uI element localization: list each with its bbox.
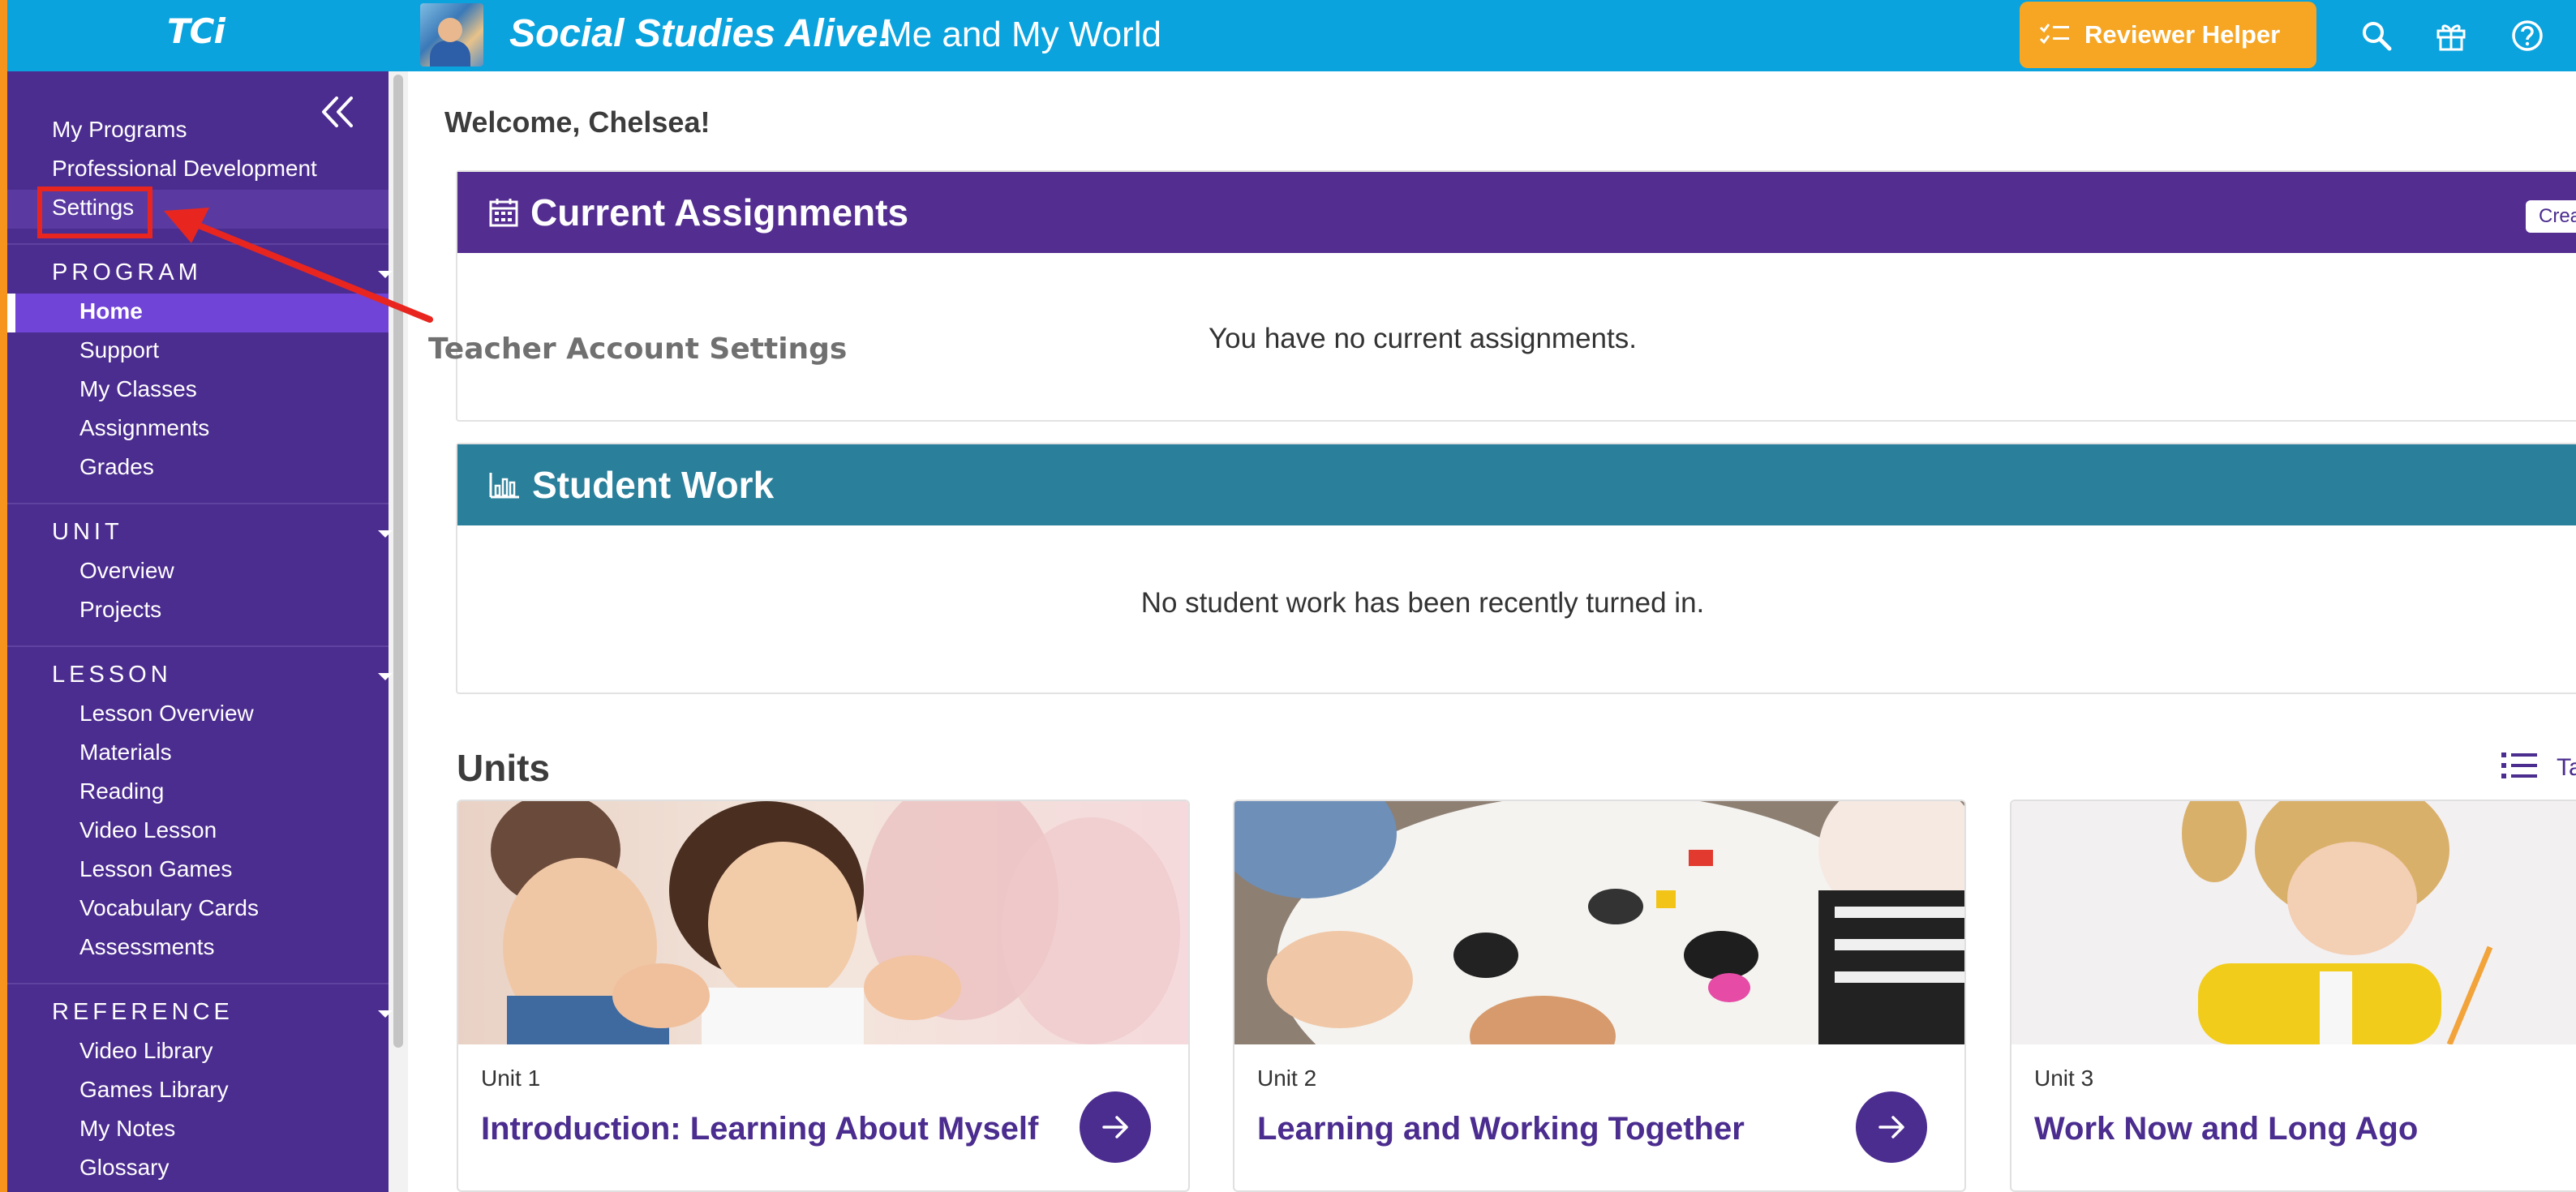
unit-1-image <box>458 801 1188 1044</box>
sidebar-item-projects[interactable]: Projects <box>79 597 161 623</box>
sidebar-item-my-notes[interactable]: My Notes <box>79 1116 175 1142</box>
unit-title[interactable]: Learning and Working Together <box>1257 1111 1745 1147</box>
reviewer-helper-label: Reviewer Helper <box>2084 20 2281 49</box>
student-work-panel: Student Work No student work has been re… <box>456 443 2576 694</box>
sidebar-item-my-classes[interactable]: My Classes <box>79 376 197 402</box>
sidebar-section-lesson[interactable]: LESSON <box>52 662 172 688</box>
list-view-icon[interactable] <box>2501 751 2537 784</box>
create-assignment-button[interactable]: Crea <box>2526 200 2576 233</box>
sidebar-item-reading[interactable]: Reading <box>79 778 164 804</box>
sidebar-item-materials[interactable]: Materials <box>79 740 172 765</box>
unit-number: Unit 2 <box>1257 1066 1317 1091</box>
program-title[interactable]: Social Studies Alive! <box>509 11 891 56</box>
sidebar-item-assignments[interactable]: Assignments <box>79 415 209 441</box>
unit-card[interactable]: Unit 2 Learning and Working Together <box>1233 800 1966 1192</box>
sidebar-item-video-library[interactable]: Video Library <box>79 1038 213 1064</box>
bar-chart-icon <box>489 473 519 499</box>
chevron-down-icon[interactable] <box>378 530 393 538</box>
annotation-label: Teacher Account Settings <box>428 332 848 366</box>
annotation-arrow <box>164 208 433 323</box>
units-view-label[interactable]: Ta <box>2557 754 2576 782</box>
units-heading: Units <box>457 747 550 789</box>
sidebar-item-support[interactable]: Support <box>79 337 159 363</box>
program-subtitle: Me and My World <box>882 15 1161 54</box>
arrow-right-icon[interactable] <box>1080 1091 1151 1163</box>
arrow-right-icon[interactable] <box>1856 1091 1927 1163</box>
unit-2-image <box>1234 801 1964 1044</box>
student-work-title: Student Work <box>532 464 775 506</box>
chevron-down-icon[interactable] <box>378 673 393 680</box>
current-assignments-header: Current Assignments <box>457 172 2576 253</box>
sidebar-section-reference[interactable]: REFERENCE <box>52 999 234 1026</box>
sidebar-item-assessments[interactable]: Assessments <box>79 934 215 960</box>
sidebar-divider <box>7 645 389 647</box>
brand-stripe <box>0 0 7 1192</box>
unit-3-image <box>2011 801 2576 1044</box>
help-icon[interactable] <box>2508 16 2547 55</box>
sidebar-item-games-library[interactable]: Games Library <box>79 1077 229 1103</box>
current-assignments-panel: Current Assignments You have no current … <box>456 170 2576 422</box>
welcome-heading: Welcome, Chelsea! <box>444 105 711 139</box>
sidebar-item-grades[interactable]: Grades <box>79 454 154 480</box>
no-student-work-message: No student work has been recently turned… <box>1140 587 1705 619</box>
unit-title[interactable]: Work Now and Long Ago <box>2034 1111 2418 1147</box>
sidebar-item-video-lesson[interactable]: Video Lesson <box>79 817 217 843</box>
gift-icon[interactable] <box>2432 16 2471 55</box>
app-root: TCi Social Studies Alive! Me and My Worl… <box>0 0 2576 1192</box>
sidebar-divider <box>7 983 389 984</box>
sidebar-item-lesson-overview[interactable]: Lesson Overview <box>79 701 254 727</box>
unit-card[interactable]: Unit 3 Work Now and Long Ago <box>2010 800 2576 1192</box>
sidebar-divider <box>7 503 389 504</box>
sidebar-item-glossary[interactable]: Glossary <box>79 1155 169 1181</box>
sidebar-section-unit[interactable]: UNIT <box>52 519 123 546</box>
sidebar-item-overview[interactable]: Overview <box>79 558 174 584</box>
calendar-icon <box>489 199 518 227</box>
unit-card[interactable]: Unit 1 Introduction: Learning About Myse… <box>457 800 1190 1192</box>
checklist-icon <box>2039 24 2069 45</box>
chevron-down-icon[interactable] <box>378 1010 393 1018</box>
reviewer-helper-button[interactable]: Reviewer Helper <box>2020 2 2316 68</box>
sidebar-item-vocabulary-cards[interactable]: Vocabulary Cards <box>79 895 259 921</box>
student-work-header: Student Work <box>457 444 2576 525</box>
unit-number: Unit 1 <box>481 1066 541 1091</box>
search-icon[interactable] <box>2357 16 2396 55</box>
current-assignments-title: Current Assignments <box>530 191 909 234</box>
sidebar-item-lesson-games[interactable]: Lesson Games <box>79 856 232 882</box>
unit-title[interactable]: Introduction: Learning About Myself <box>481 1111 1038 1147</box>
unit-number: Unit 3 <box>2034 1066 2094 1091</box>
